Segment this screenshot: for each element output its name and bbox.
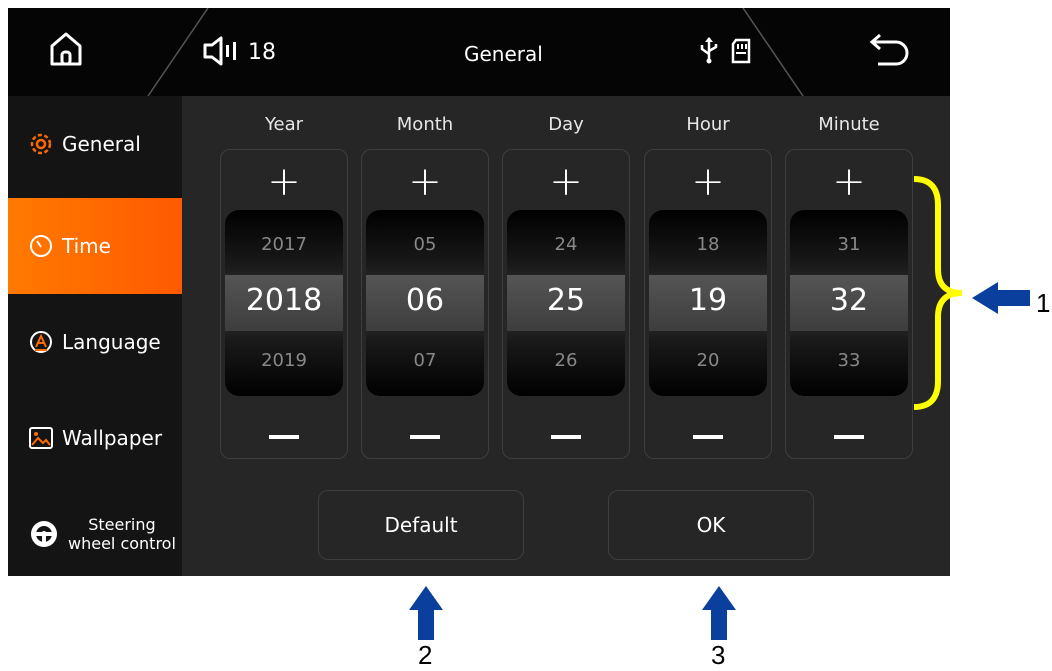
- sidebar-item-label-line2: wheel control: [68, 534, 176, 553]
- sidebar-item-language[interactable]: Language: [8, 294, 182, 390]
- ok-button[interactable]: OK: [608, 490, 814, 560]
- month-next-value[interactable]: 07: [366, 350, 484, 371]
- sidebar-item-label: Language: [62, 330, 161, 354]
- year-scroll-wheel[interactable]: 2017 2018 2019: [225, 210, 343, 396]
- annotation-arrow-1: [972, 282, 1030, 314]
- sidebar-item-label: Time: [62, 234, 111, 258]
- year-label: Year: [264, 114, 304, 135]
- time-settings-panel: Year +2017 2018 2019 Month +05 06 07 Day +24 25 26 H…: [182, 96, 950, 576]
- day-scroll-wheel[interactable]: 24 25 26: [507, 210, 625, 396]
- minute-previous-value[interactable]: 31: [790, 234, 908, 255]
- month-picker: +05 06 07: [361, 149, 489, 459]
- speaker-icon[interactable]: [202, 36, 242, 66]
- year-next-value[interactable]: 2019: [225, 350, 343, 371]
- hour-scroll-wheel[interactable]: 18 19 20: [649, 210, 767, 396]
- day-next-value[interactable]: 26: [507, 350, 625, 371]
- day-previous-value[interactable]: 24: [507, 234, 625, 255]
- sidebar-item-steering-wheel-control[interactable]: Steering wheel control: [8, 486, 182, 576]
- default-button[interactable]: Default: [318, 490, 524, 560]
- minute-next-value[interactable]: 33: [790, 350, 908, 371]
- wallpaper-icon: [28, 425, 54, 451]
- steering-wheel-icon: [28, 518, 60, 550]
- usb-icon: [698, 36, 720, 64]
- month-previous-value[interactable]: 05: [366, 234, 484, 255]
- gear-icon: [28, 131, 54, 157]
- year-increment-button[interactable]: +: [221, 162, 347, 202]
- top-bar: 18 General: [8, 8, 950, 96]
- month-decrement-button[interactable]: [362, 406, 488, 446]
- home-icon[interactable]: [46, 28, 86, 68]
- head-unit-screen: 18 General General Time Language Wallpap…: [8, 8, 950, 576]
- hour-decrement-button[interactable]: [645, 406, 771, 446]
- day-selected-value: 25: [546, 283, 586, 318]
- hour-selected-value: 19: [688, 283, 728, 318]
- hour-next-value[interactable]: 20: [649, 350, 767, 371]
- month-label: Month: [396, 114, 454, 135]
- annotation-label-3: 3: [711, 640, 726, 670]
- sidebar-item-label-line1: Steering: [88, 515, 156, 534]
- annotation-arrow-3: [702, 586, 736, 640]
- clock-icon: [28, 233, 54, 259]
- annotation-bracket: [913, 176, 963, 410]
- day-decrement-button[interactable]: [503, 406, 629, 446]
- annotation-label-2: 2: [418, 640, 433, 670]
- month-increment-button[interactable]: +: [362, 162, 488, 202]
- sidebar-item-wallpaper[interactable]: Wallpaper: [8, 390, 182, 486]
- minute-label: Minute: [818, 114, 880, 135]
- day-label: Day: [548, 114, 584, 135]
- minute-scroll-wheel[interactable]: 31 32 33: [790, 210, 908, 396]
- minute-increment-button[interactable]: +: [786, 162, 912, 202]
- sidebar-item-label: Wallpaper: [62, 426, 163, 450]
- sidebar-item-label: General: [62, 132, 141, 156]
- hour-label: Hour: [686, 114, 730, 135]
- annotation-label-1: 1: [1036, 288, 1051, 318]
- day-increment-button[interactable]: +: [503, 162, 629, 202]
- language-icon: [28, 329, 54, 355]
- volume-value: 18: [248, 40, 276, 65]
- sidebar-item-label: Steering wheel control: [68, 515, 176, 553]
- sidebar-item-time[interactable]: Time: [8, 198, 182, 294]
- back-icon[interactable]: [866, 32, 914, 72]
- month-scroll-wheel[interactable]: 05 06 07: [366, 210, 484, 396]
- day-picker: +24 25 26: [502, 149, 630, 459]
- page-title: General: [464, 42, 543, 66]
- year-decrement-button[interactable]: [221, 406, 347, 446]
- sidebar: General Time Language Wallpaper Steering…: [8, 96, 182, 576]
- minute-decrement-button[interactable]: [786, 406, 912, 446]
- hour-picker: +18 19 20: [644, 149, 772, 459]
- annotation-arrow-2: [409, 586, 443, 640]
- hour-previous-value[interactable]: 18: [649, 234, 767, 255]
- year-selected-value: 2018: [245, 283, 323, 318]
- sd-card-icon: [730, 38, 752, 64]
- hour-increment-button[interactable]: +: [645, 162, 771, 202]
- sidebar-item-general[interactable]: General: [8, 96, 182, 192]
- minute-selected-value: 32: [829, 283, 869, 318]
- minute-picker: +31 32 33: [785, 149, 913, 459]
- year-previous-value[interactable]: 2017: [225, 234, 343, 255]
- year-picker: +2017 2018 2019: [220, 149, 348, 459]
- month-selected-value: 06: [405, 283, 445, 318]
